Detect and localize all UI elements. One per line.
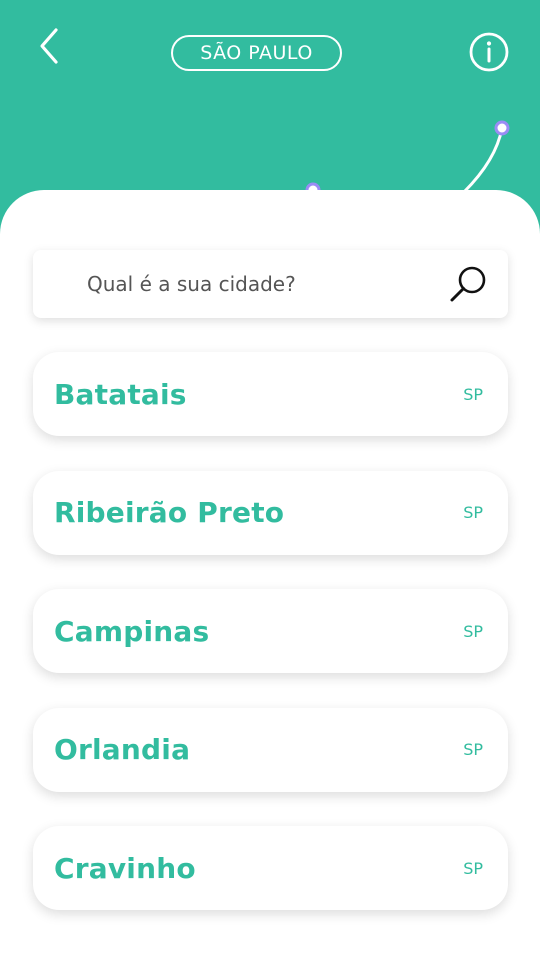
city-item-batatais[interactable]: Batatais SP (33, 352, 508, 436)
city-name: Campinas (54, 614, 210, 648)
city-item-orlandia[interactable]: Orlandia SP (33, 707, 508, 792)
search-bar (33, 250, 508, 318)
city-state: SP (463, 858, 483, 878)
route-marker-dot (494, 120, 510, 136)
back-button[interactable] (30, 24, 70, 68)
city-list: Batatais SP Ribeirão Preto SP Campinas S… (33, 352, 508, 945)
info-icon (469, 32, 509, 72)
route-line (462, 127, 504, 194)
city-state: SP (463, 384, 483, 404)
info-button[interactable] (468, 31, 510, 73)
city-name: Cravinho (54, 851, 196, 885)
chevron-left-icon (40, 28, 58, 64)
state-label: SÃO PAULO (200, 42, 313, 64)
city-state: SP (463, 621, 483, 641)
state-selector[interactable]: SÃO PAULO (171, 35, 342, 71)
city-item-ribeirao-preto[interactable]: Ribeirão Preto SP (33, 470, 508, 555)
city-item-campinas[interactable]: Campinas SP (33, 589, 508, 673)
city-item-cravinho[interactable]: Cravinho SP (33, 826, 508, 910)
city-name: Ribeirão Preto (54, 496, 285, 529)
city-state: SP (463, 740, 483, 759)
search-input[interactable] (85, 263, 429, 305)
city-name: Batatais (54, 377, 187, 411)
city-name: Orlandia (54, 733, 191, 766)
search-icon[interactable] (448, 264, 490, 306)
city-state: SP (463, 503, 483, 522)
